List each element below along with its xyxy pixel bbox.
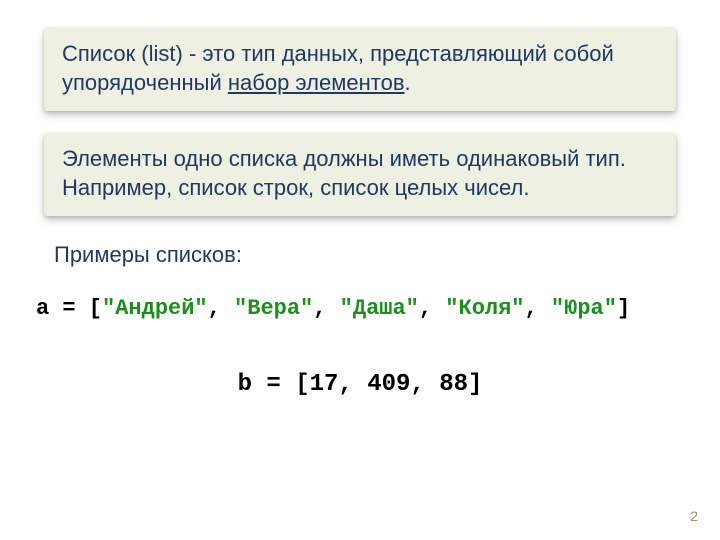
examples-title: Примеры списков: [54,242,676,268]
code-example-a: a = ["Андрей", "Вера", "Даша", "Коля", "… [36,296,676,321]
callout-type-note-text: Элементы одно списка должны иметь одинак… [62,146,626,200]
code-a-string-5: "Юра" [551,296,617,321]
code-a-comma-4: , [525,296,551,321]
callout-type-note: Элементы одно списка должны иметь одинак… [44,133,676,216]
code-a-tail: ] [617,296,630,321]
slide: Список (list) - это тип данных, представ… [0,0,720,540]
code-example-b: b = [17, 409, 88] [44,371,676,398]
callout-definition-underlined: набор элементов [228,70,405,95]
callout-definition-suffix: . [405,70,411,95]
code-a-string-4: "Коля" [445,296,524,321]
code-a-comma-2: , [313,296,339,321]
code-a-string-1: "Андрей" [102,296,208,321]
code-a-string-3: "Даша" [340,296,419,321]
code-a-lead: a = [ [36,296,102,321]
code-a-comma-3: , [419,296,445,321]
code-a-string-2: "Вера" [234,296,313,321]
code-a-comma-1: , [208,296,234,321]
page-number: 2 [690,508,698,524]
callout-definition: Список (list) - это тип данных, представ… [44,28,676,111]
